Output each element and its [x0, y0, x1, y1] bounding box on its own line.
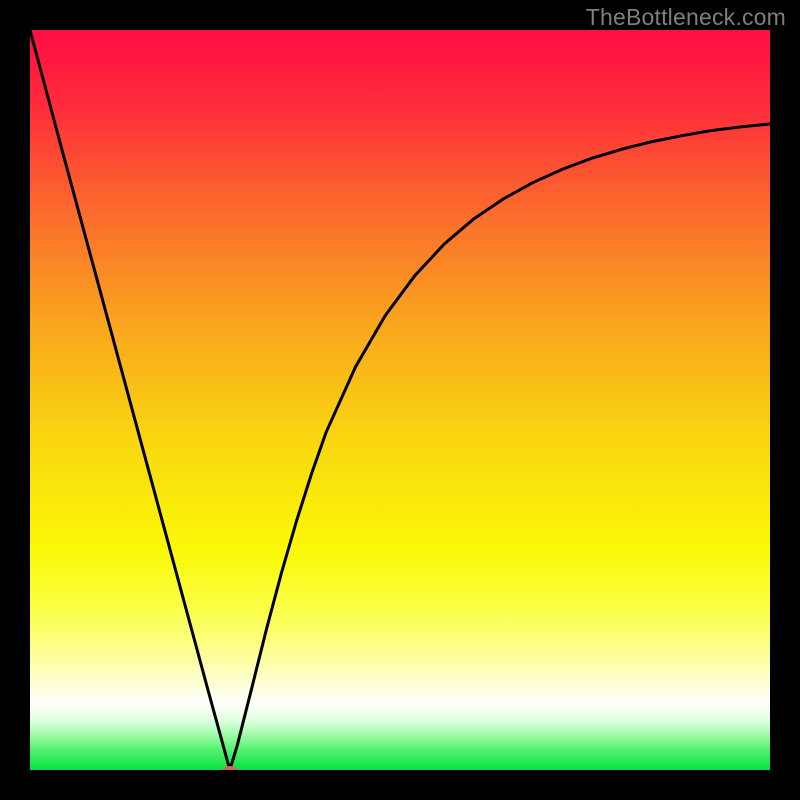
- watermark-text: TheBottleneck.com: [586, 4, 786, 31]
- bottleneck-chart: [30, 30, 770, 770]
- plot-area: [30, 30, 770, 770]
- chart-frame: TheBottleneck.com: [0, 0, 800, 800]
